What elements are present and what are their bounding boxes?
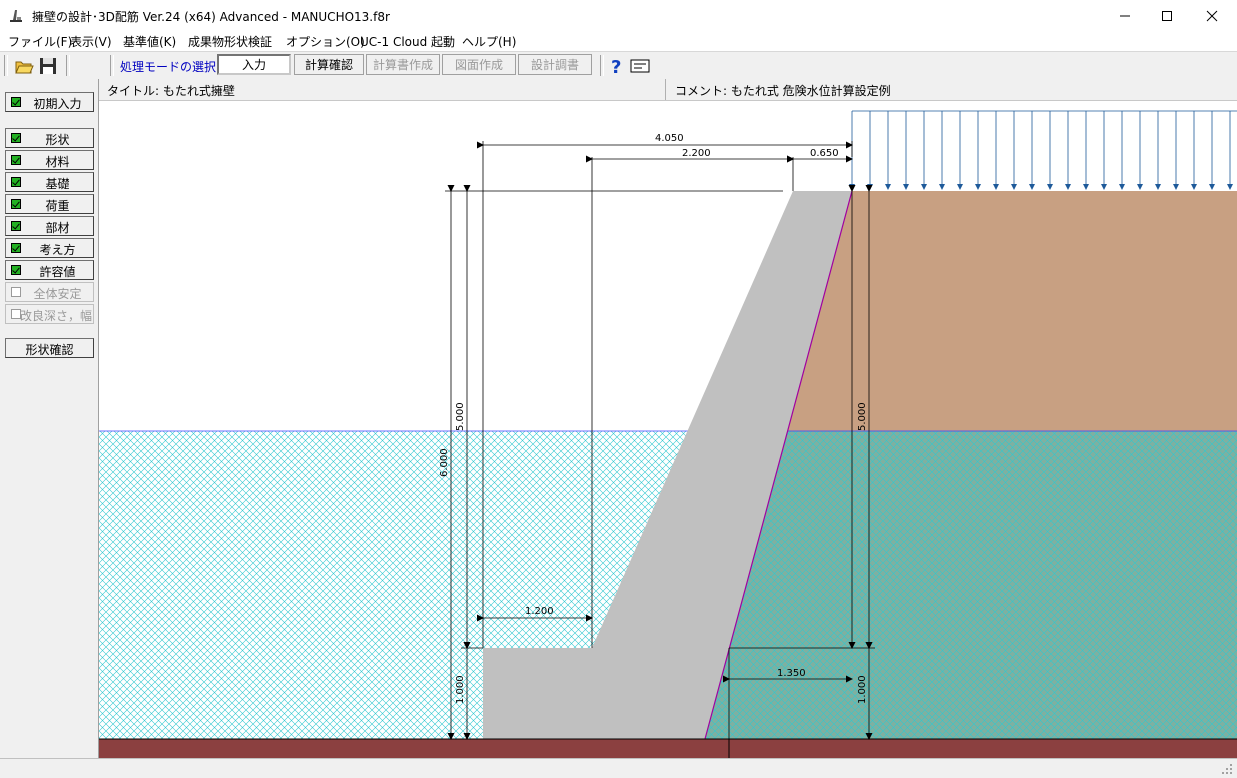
- toolbar-separator: [600, 55, 604, 76]
- menu-standards[interactable]: 基準値(K): [123, 33, 176, 50]
- menu-help[interactable]: ヘルプ(H): [462, 33, 516, 50]
- sidebar-item-global-stability[interactable]: 全体安定: [5, 282, 94, 302]
- mode-input-button[interactable]: 入力: [217, 54, 291, 75]
- toolbar-separator: [4, 55, 8, 76]
- info-card-icon[interactable]: [630, 56, 650, 76]
- sidebar-item-member[interactable]: 部材: [5, 216, 94, 236]
- status-bar: [0, 758, 1237, 778]
- dim-top-mid: 2.200: [682, 148, 711, 159]
- minimize-button[interactable]: [1105, 0, 1145, 31]
- title-bar: 擁壁の設計･3D配筋 Ver.24 (x64) Advanced - MANUC…: [0, 0, 1237, 31]
- dim-toe-width: 1.200: [525, 606, 554, 617]
- dim-height-wall: 5.000: [455, 402, 466, 431]
- dim-right-height-upper: 5.000: [857, 402, 868, 431]
- sidebar-item-shape[interactable]: 形状: [5, 128, 94, 148]
- mode-select-label: 処理モードの選択: [120, 60, 217, 74]
- drawing-title: タイトル: もたれ式擁壁: [107, 84, 235, 98]
- minimize-icon: [1120, 15, 1130, 16]
- checkbox-checked-icon: [11, 133, 21, 143]
- retaining-wall-diagram: 4.050 2.200 0.650 6.000 5.000 1.000 1.20…: [99, 110, 1237, 758]
- mode-design-doc-button[interactable]: 設計調書: [518, 54, 592, 75]
- mode-calc-check-button[interactable]: 計算確認: [294, 54, 364, 75]
- menu-file[interactable]: ファイル(F): [8, 33, 72, 50]
- wall-drawing-canvas[interactable]: 4.050 2.200 0.650 6.000 5.000 1.000 1.20…: [99, 101, 1237, 758]
- toolbar-separator: [110, 55, 114, 76]
- checkbox-checked-icon: [11, 199, 21, 209]
- dim-height-total: 6.000: [439, 448, 450, 477]
- menu-view[interactable]: 表示(V): [70, 33, 112, 50]
- checkbox-unchecked-icon: [11, 287, 21, 297]
- sidebar-initial-input[interactable]: 初期入力: [5, 92, 94, 112]
- checkbox-checked-icon: [11, 243, 21, 253]
- save-disk-icon[interactable]: [38, 56, 58, 76]
- resize-grip-icon[interactable]: [1221, 763, 1233, 775]
- surcharge-load: [849, 110, 1237, 190]
- toolbar: 処理モードの選択 入力 計算確認 計算書作成 図面作成 設計調書 ?: [0, 51, 1237, 79]
- sidebar-item-material[interactable]: 材料: [5, 150, 94, 170]
- app-icon: [10, 10, 22, 22]
- back-water-hatch: [705, 431, 1237, 739]
- checkbox-checked-icon: [11, 177, 21, 187]
- foundation-ground: [99, 739, 1237, 758]
- maximize-icon: [1162, 10, 1172, 21]
- checkbox-checked-icon: [11, 97, 21, 107]
- mode-drawing-button[interactable]: 図面作成: [442, 54, 516, 75]
- sidebar-item-foundation[interactable]: 基礎: [5, 172, 94, 192]
- open-folder-icon[interactable]: [14, 56, 34, 76]
- checkbox-checked-icon: [11, 221, 21, 231]
- dim-right-height-lower: 1.000: [857, 675, 868, 704]
- mode-report-button[interactable]: 計算書作成: [366, 54, 440, 75]
- checkbox-checked-icon: [11, 265, 21, 275]
- dim-top-right: 0.650: [810, 148, 839, 159]
- sidebar-item-allowable[interactable]: 許容値: [5, 260, 94, 280]
- window-title: 擁壁の設計･3D配筋 Ver.24 (x64) Advanced - MANUC…: [32, 10, 390, 24]
- input-sidebar: 初期入力 形状 材料 基礎 荷重 部材 考え方 許容値 全体安定 改良深さ，幅 …: [0, 79, 99, 759]
- menu-uc1-cloud[interactable]: UC-1 Cloud 起動: [360, 33, 455, 50]
- menu-options[interactable]: オプション(O): [286, 33, 365, 50]
- toolbar-separator: [66, 55, 70, 76]
- help-icon[interactable]: ?: [607, 56, 627, 76]
- drawing-comment: コメント: もたれ式 危険水位計算設定例: [675, 84, 891, 98]
- maximize-button[interactable]: [1147, 0, 1187, 31]
- sidebar-item-improvement-depth[interactable]: 改良深さ，幅: [5, 304, 94, 324]
- drawing-header: タイトル: もたれ式擁壁 コメント: もたれ式 危険水位計算設定例: [99, 79, 1237, 101]
- menu-deliverable-check[interactable]: 成果物形状検証: [188, 33, 272, 50]
- dim-height-base: 1.000: [455, 675, 466, 704]
- sidebar-item-load[interactable]: 荷重: [5, 194, 94, 214]
- close-icon: [1206, 10, 1218, 21]
- sidebar-shape-check-button[interactable]: 形状確認: [5, 338, 94, 358]
- dim-heel-width: 1.350: [777, 668, 806, 679]
- svg-text:?: ?: [611, 57, 621, 76]
- header-divider: [665, 79, 666, 100]
- menu-bar: ファイル(F) 表示(V) 基準値(K) 成果物形状検証 オプション(O) UC…: [0, 31, 1237, 51]
- close-button[interactable]: [1192, 0, 1232, 31]
- sidebar-item-approach[interactable]: 考え方: [5, 238, 94, 258]
- checkbox-checked-icon: [11, 155, 21, 165]
- dim-top-total: 4.050: [655, 133, 684, 144]
